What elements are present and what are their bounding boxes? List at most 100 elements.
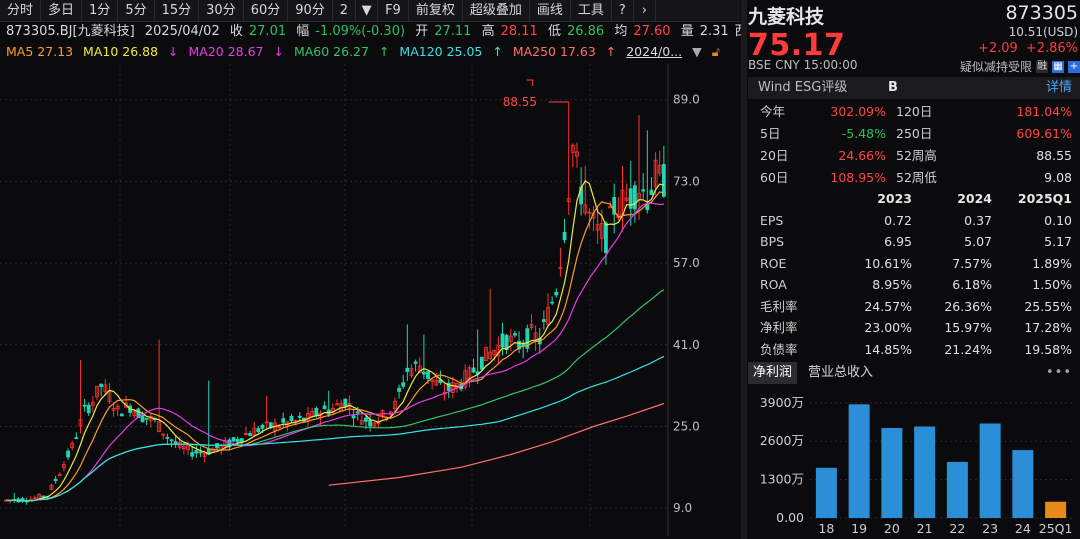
ma250-value: MA250 17.63 <box>512 44 596 59</box>
perf-value: 24.66% <box>838 148 886 163</box>
financial-row: ROA 8.95% 6.18% 1.50% <box>748 274 1080 296</box>
metric-tabs: 净利润 营业总收入 ••• <box>748 362 1080 384</box>
candle-body <box>289 415 294 422</box>
tab-15min[interactable]: 15分 <box>155 0 200 22</box>
perf-value: 609.61% <box>1016 126 1072 141</box>
toolbar-overlay-button[interactable]: 超级叠加 <box>463 0 530 22</box>
y-tick-label: 0.00 <box>776 510 804 525</box>
ma20-value: MA20 28.67 <box>188 44 264 59</box>
toolbar-f9-button[interactable]: F9 <box>378 0 409 22</box>
volume-value: 2.31 <box>699 24 729 39</box>
perf-value: -5.48% <box>841 126 886 141</box>
price-change: +2.09 +2.86% <box>970 41 1078 56</box>
candlestick-chart[interactable]: 89.0 73.0 57.0 41.0 25.0 9.0 88.55 <box>0 64 740 539</box>
tab-net-profit[interactable]: 净利润 <box>748 362 798 384</box>
net-profit-chart: 3900万 2600万 1300万 0.00 18 19 20 21 22 23 24 25Q1 <box>760 395 1073 536</box>
quote-info-line: 873305.BJ[九菱科技] 2025/04/02 收 27.01 幅 -1.09… <box>6 23 741 41</box>
toolbar-adjust-button[interactable]: 前复权 <box>409 0 463 22</box>
metric-value: 26.36% <box>944 298 992 314</box>
candle-body <box>649 189 654 196</box>
panel-divider[interactable] <box>741 0 747 539</box>
metric-value: 21.24% <box>944 341 992 357</box>
candle-body <box>190 452 195 457</box>
stock-code: 873305 <box>1005 2 1078 24</box>
tab-1min[interactable]: 1分 <box>82 0 119 22</box>
metric-value: 0.10 <box>1044 212 1072 228</box>
metric-label: EPS <box>760 212 784 228</box>
esg-detail-link[interactable]: 详情 <box>1046 77 1072 99</box>
y-tick-label: 9.0 <box>673 501 692 515</box>
tab-30min[interactable]: 30分 <box>199 0 244 22</box>
stock-name: 九菱科技 <box>748 6 825 28</box>
performance-row: 20日 24.66% 52周高 88.55 <box>748 145 1080 167</box>
candle-body <box>554 291 559 296</box>
performance-row: 今年 302.09% 120日 181.04% <box>748 101 1080 123</box>
max-price-label: 88.55 <box>503 95 537 109</box>
toolbar-draw-button[interactable]: 画线 <box>530 0 571 22</box>
lock-icon[interactable]: 🔓︎ <box>712 44 720 59</box>
tab-more-periods[interactable]: 2 <box>333 0 357 22</box>
tab-intraday[interactable]: 分时 <box>0 0 42 22</box>
candle-body <box>343 398 348 408</box>
tab-90min[interactable]: 90分 <box>288 0 333 22</box>
chevron-right-icon[interactable]: › <box>634 0 656 22</box>
y-tick-label: 57.0 <box>673 256 700 270</box>
year-header: 2023 <box>877 191 912 206</box>
metric-label: ROE <box>760 255 787 271</box>
candle-body <box>633 185 637 210</box>
profit-bar <box>848 404 870 518</box>
tab-multiday[interactable]: 多日 <box>41 0 83 22</box>
performance-table: 今年 302.09% 120日 181.04% 5日 -5.48% 250日 609.61% 2… <box>748 101 1080 189</box>
perf-value: 108.95% <box>830 170 886 185</box>
ma60-line <box>63 289 665 494</box>
stock-terminal: 分时 多日 1分 5分 15分 30分 60分 90分 2 ▼ F9 前复权 超级叠加 画线 工具? › 87… <box>0 0 1080 539</box>
metric-value: 1.89% <box>1032 255 1072 271</box>
ma120-up-icon: ↑ <box>492 44 503 59</box>
ma20-down-icon: ↓ <box>273 44 284 59</box>
metric-value: 23.00% <box>864 320 912 335</box>
x-tick-label: 24 <box>1015 521 1031 536</box>
plus-icon[interactable]: + <box>1068 60 1080 73</box>
candle-body <box>426 371 430 379</box>
margin-tag[interactable]: 融 <box>1036 60 1048 73</box>
ma20-arrow-icon: ↓ <box>168 44 179 59</box>
ma120-line <box>6 355 665 502</box>
more-menu-icon[interactable]: ••• <box>1046 362 1072 384</box>
grid-icon[interactable]: ▦ <box>1052 60 1064 73</box>
candle-body <box>82 404 87 407</box>
market-meta: BSE CNY 15:00:00 疑似减持受限 融 ▦ + <box>748 58 1080 74</box>
y-tick-label: 1300万 <box>760 472 804 487</box>
metric-value: 1.50% <box>1032 277 1072 292</box>
perf-label: 60日 <box>760 170 789 185</box>
quote-time: 15:00:00 <box>803 58 858 72</box>
help-icon[interactable]: ? <box>612 0 634 22</box>
y-tick-label: 2600万 <box>760 433 804 448</box>
toolbar-tools-button[interactable]: 工具 <box>571 0 612 22</box>
candle-body <box>413 361 418 364</box>
ma60-value: MA60 26.27 <box>293 44 369 59</box>
performance-row: 5日 -5.48% 250日 609.61% <box>748 123 1080 145</box>
profit-bar <box>1045 501 1067 518</box>
y-tick-label: 3900万 <box>760 395 804 410</box>
x-tick-label: 25Q1 <box>1039 521 1073 536</box>
caret-down-icon[interactable]: ▼ <box>356 0 379 22</box>
perf-label: 120日 <box>896 104 933 119</box>
tab-5min[interactable]: 5分 <box>118 0 155 22</box>
year-header: 2025Q1 <box>1017 191 1072 206</box>
ma60-up-icon: ↑ <box>378 44 390 59</box>
y-tick-label: 41.0 <box>673 338 700 352</box>
tab-60min[interactable]: 60分 <box>244 0 289 22</box>
metric-value: 5.17 <box>1044 234 1072 249</box>
candle-body <box>322 405 327 410</box>
restriction-notice[interactable]: 疑似减持受限 <box>960 58 1032 75</box>
candle-body <box>86 404 91 414</box>
candle-body <box>53 478 58 482</box>
metric-value: 7.57% <box>952 255 992 271</box>
period-selector[interactable]: 2024/0... <box>626 44 682 59</box>
candle-body <box>550 301 555 304</box>
period-dropdown-icon[interactable]: ▼ <box>692 44 702 59</box>
tab-revenue[interactable]: 营业总收入 <box>803 362 878 384</box>
metric-label: ROA <box>760 277 787 292</box>
candle-body <box>364 417 368 422</box>
profit-bar <box>914 426 936 518</box>
